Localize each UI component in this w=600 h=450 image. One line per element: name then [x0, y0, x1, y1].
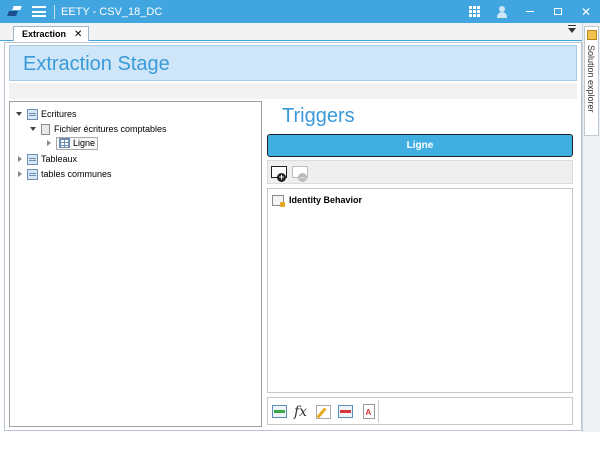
- document-button[interactable]: [360, 403, 377, 420]
- fx-icon: fx: [293, 403, 308, 420]
- solution-explorer-label: Solution explorer: [586, 45, 596, 113]
- database-icon: [27, 108, 38, 120]
- menu-icon[interactable]: [32, 6, 46, 17]
- toolbar-separator: [378, 400, 379, 423]
- tree-node-tableaux[interactable]: Tableaux: [18, 152, 77, 166]
- title-separator: [54, 4, 55, 19]
- document-tab-strip: Extraction ✕: [0, 23, 582, 41]
- triggers-panel: Triggers Ligne Identity Behavior fx: [266, 101, 577, 427]
- close-button[interactable]: ✕: [572, 0, 600, 23]
- tree-node-label: Ecritures: [41, 109, 77, 119]
- title-bar: EETY - CSV_18_DC ✕: [0, 0, 600, 23]
- extraction-document: Extraction Stage Ecritures Fichier écrit…: [4, 42, 582, 431]
- user-icon: [496, 5, 508, 18]
- collapse-arrow-icon[interactable]: [18, 171, 22, 177]
- collapse-arrow-icon[interactable]: [18, 156, 22, 162]
- remove-behavior-button[interactable]: [337, 403, 354, 420]
- tree-node-fichier[interactable]: Fichier écritures comptables: [30, 122, 167, 136]
- window-title: EETY - CSV_18_DC: [61, 5, 163, 18]
- selected-node[interactable]: Ligne: [56, 136, 99, 150]
- tree-node-label: Fichier écritures comptables: [54, 124, 167, 134]
- apps-grid-icon: [468, 6, 480, 17]
- expand-arrow-icon[interactable]: [30, 127, 36, 131]
- close-icon: ✕: [580, 4, 592, 19]
- tree-node-label: Ligne: [73, 138, 96, 148]
- remove-trigger-icon[interactable]: [292, 166, 308, 182]
- document-icon: [362, 404, 375, 419]
- minimize-button[interactable]: [516, 0, 544, 23]
- side-panel: Solution explorer: [582, 23, 600, 432]
- stage-header: Extraction Stage: [9, 45, 577, 81]
- status-bar: [0, 432, 600, 450]
- collapse-arrow-icon[interactable]: [47, 140, 51, 146]
- database-icon: [27, 153, 38, 165]
- tree-node-label: tables communes: [41, 169, 112, 179]
- remove-red-icon: [338, 405, 353, 418]
- edit-button[interactable]: [315, 403, 332, 420]
- minimize-icon: [526, 11, 534, 12]
- edit-icon: [316, 404, 331, 419]
- maximize-button[interactable]: [544, 0, 572, 23]
- triggers-toolbar: [267, 160, 573, 184]
- triggers-list: Identity Behavior: [267, 188, 573, 393]
- selected-element-bar[interactable]: Ligne: [267, 134, 573, 157]
- tab-dropdown-icon[interactable]: [568, 25, 576, 33]
- file-icon: [41, 123, 50, 135]
- table-icon: [59, 138, 70, 148]
- expand-arrow-icon[interactable]: [16, 112, 22, 116]
- bottom-toolbar: fx: [267, 397, 573, 425]
- tree-node-ecritures[interactable]: Ecritures: [16, 107, 77, 121]
- header-band: [9, 83, 577, 99]
- database-icon: [27, 168, 38, 180]
- tab-extraction[interactable]: Extraction ✕: [13, 26, 90, 41]
- page-title: Extraction Stage: [23, 53, 170, 75]
- add-trigger-icon[interactable]: [271, 166, 287, 182]
- behavior-icon: [272, 194, 285, 207]
- list-item-label: Identity Behavior: [289, 195, 363, 205]
- apps-grid-button[interactable]: [460, 0, 488, 23]
- triggers-title: Triggers: [282, 105, 355, 127]
- formula-button[interactable]: fx: [292, 403, 309, 420]
- add-behavior-button[interactable]: [271, 403, 288, 420]
- add-green-icon: [272, 405, 287, 418]
- solution-explorer-icon: [587, 30, 597, 40]
- tree-node-label: Tableaux: [41, 154, 78, 164]
- user-button[interactable]: [488, 0, 516, 23]
- solution-explorer-tab[interactable]: Solution explorer: [584, 26, 599, 136]
- tree-node-tables-communes[interactable]: tables communes: [18, 167, 112, 181]
- structure-tree: Ecritures Fichier écritures comptables L…: [9, 101, 262, 427]
- tree-node-ligne[interactable]: Ligne: [47, 136, 99, 150]
- app-logo-icon: [6, 3, 24, 21]
- tab-close-icon[interactable]: ✕: [74, 29, 82, 40]
- maximize-icon: [554, 8, 562, 15]
- tab-label: Extraction: [22, 29, 67, 39]
- list-item[interactable]: Identity Behavior: [272, 193, 362, 207]
